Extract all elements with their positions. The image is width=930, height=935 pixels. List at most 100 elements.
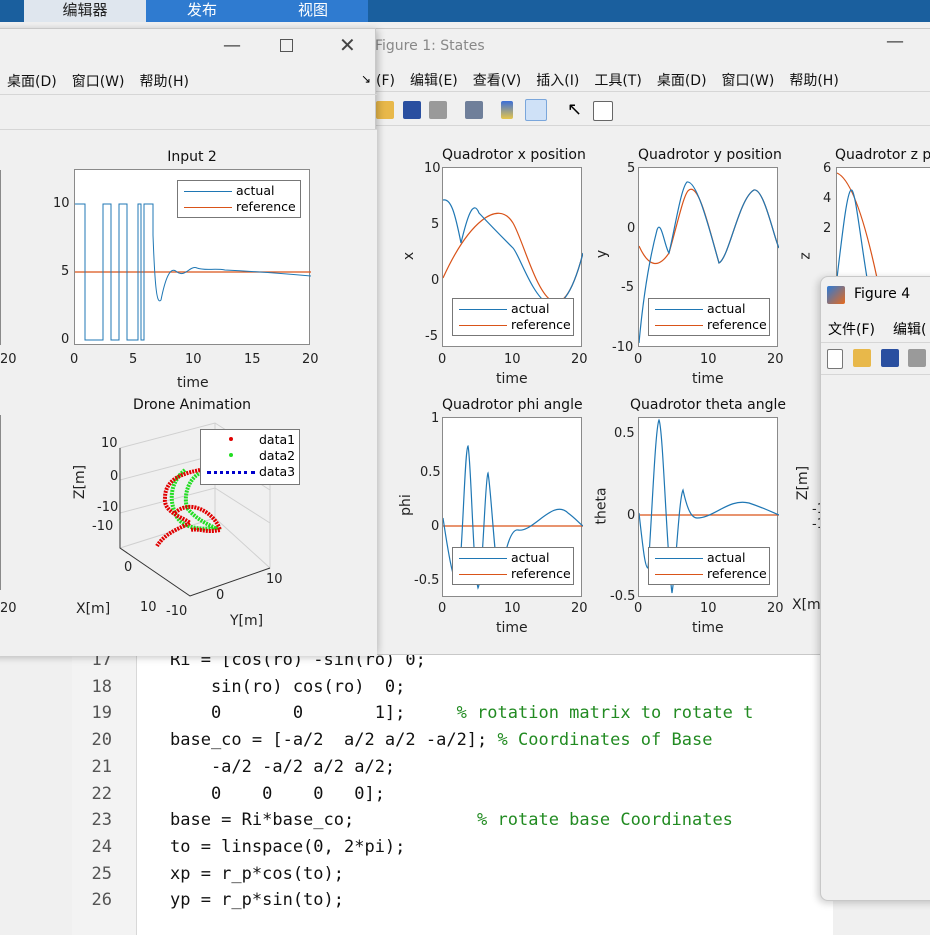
ytick: -0.5 — [610, 589, 636, 604]
ytick: 5 — [431, 217, 440, 232]
print-icon[interactable] — [908, 349, 926, 367]
legend[interactable]: actual reference — [648, 547, 770, 585]
actual-line — [836, 189, 868, 279]
cut-axis-edge — [0, 415, 1, 590]
xtick: 0 — [634, 601, 643, 616]
line-number: 26 — [91, 890, 112, 911]
xtick: 20 — [767, 352, 784, 367]
legend-icon[interactable] — [525, 99, 547, 121]
code-line[interactable]: 0 0 1]; % rotation matrix to rotate t — [170, 703, 753, 723]
ytick: -0.5 — [414, 573, 440, 588]
code-line[interactable]: xp = r_p*cos(to); — [170, 864, 344, 884]
legend[interactable]: actual reference — [452, 547, 574, 585]
code-line[interactable]: to = linspace(0, 2*pi); — [170, 837, 405, 857]
open-icon[interactable] — [853, 349, 871, 367]
cut-axis-edge — [0, 170, 1, 345]
legend-reference: reference — [511, 566, 571, 581]
minimize-button[interactable]: — — [886, 31, 904, 52]
figure4-window[interactable]: Figure 4 文件(F) 编辑( — [820, 276, 930, 901]
ytick: 10 — [53, 196, 70, 211]
actual-line — [442, 199, 584, 306]
x-axis-label: time — [496, 371, 528, 387]
plot-title: Drone Animation — [132, 397, 252, 413]
open-icon[interactable] — [376, 101, 394, 119]
pointer-icon[interactable]: ↖ — [567, 99, 582, 120]
menu-edit[interactable]: 编辑( — [893, 319, 926, 339]
legend-actual: actual — [707, 550, 746, 565]
code-line[interactable]: -a/2 -a/2 a/2 a/2; — [170, 757, 395, 777]
save-icon[interactable] — [403, 101, 421, 119]
menu-edit[interactable]: 编辑(E) — [410, 73, 458, 89]
dock-arrow-icon[interactable]: ↘ — [361, 72, 371, 86]
ytick: -5 — [425, 329, 438, 344]
ytick: 6 — [823, 161, 832, 176]
menu-help[interactable]: 帮助(H) — [789, 73, 838, 89]
menu-view[interactable]: 查看(V) — [473, 73, 522, 89]
maximize-button[interactable] — [280, 39, 293, 52]
code-line[interactable]: 0 0 0 0]; — [170, 784, 385, 804]
code-line[interactable]: base = Ri*base_co; % rotate base Coordin… — [170, 810, 733, 830]
ytick: 5 — [61, 264, 70, 279]
ytick: -10 — [166, 604, 188, 619]
menu-tools[interactable]: 工具(T) — [594, 73, 641, 89]
z-axis-label: Z[m] — [72, 464, 89, 500]
legend[interactable]: actual reference — [177, 180, 301, 218]
colorbar-icon[interactable] — [501, 101, 513, 119]
link-icon[interactable] — [465, 101, 483, 119]
y-axis-label: z — [797, 252, 814, 260]
close-button[interactable]: ✕ — [339, 33, 356, 57]
code-line[interactable]: base_co = [-a/2 a/2 a/2 -a/2]; % Coordin… — [170, 730, 712, 750]
tab-view[interactable]: 视图 — [258, 0, 368, 22]
menu-help[interactable]: 帮助(H) — [140, 74, 189, 90]
figure-states-menubar: (F) 编辑(E) 查看(V) 插入(I) 工具(T) 桌面(D) 窗口(W) 帮助(H) — [376, 70, 854, 90]
legend-data1: data1 — [259, 432, 296, 447]
reference-line — [442, 212, 584, 303]
ytick: 0 — [431, 519, 440, 534]
menu-insert[interactable]: 插入(I) — [536, 73, 579, 89]
legend[interactable]: actual reference — [452, 298, 574, 336]
xtick: 20 — [0, 601, 17, 616]
legend-reference: reference — [511, 317, 571, 332]
legend-actual: actual — [236, 183, 275, 198]
menu-file[interactable]: (F) — [376, 73, 395, 89]
y-axis-label: phi — [397, 494, 414, 516]
line-number: 20 — [91, 730, 112, 751]
divider — [361, 91, 930, 92]
window-title: Figure 1: States — [375, 38, 485, 54]
code-text: base_co = [-a/2 a/2 a/2 -a/2]; — [170, 730, 498, 751]
code-text: -a/2 -a/2 a/2 a/2; — [170, 756, 396, 777]
minimize-button[interactable]: — — [223, 35, 241, 56]
save-icon[interactable] — [881, 349, 899, 367]
ytick: -10 — [612, 340, 634, 355]
new-figure-icon[interactable] — [827, 349, 843, 369]
menu-file[interactable]: 文件(F) — [828, 319, 875, 339]
property-editor-icon[interactable] — [593, 101, 613, 121]
line-number: 25 — [91, 863, 112, 884]
ytick: 2 — [823, 221, 832, 236]
cut-z-label: Z[m] — [795, 465, 812, 501]
tab-editor[interactable]: 编辑器 — [24, 0, 146, 22]
menu-window[interactable]: 窗口(W) — [72, 74, 125, 90]
code-comment: % rotation matrix to rotate t — [456, 703, 754, 724]
drone-legend[interactable]: data1 data2 data3 — [200, 429, 300, 485]
menu-window[interactable]: 窗口(W) — [722, 73, 775, 89]
x-axis-label: time — [177, 375, 209, 391]
ytick: 0.5 — [614, 426, 635, 441]
y-axis-label: y — [594, 249, 611, 259]
menu-desktop[interactable]: 桌面(D) — [657, 73, 707, 89]
ztick: -10 — [97, 500, 119, 515]
legend[interactable]: actual reference — [648, 298, 770, 336]
cut-x-label: X[m — [792, 597, 821, 613]
tab-publish[interactable]: 发布 — [146, 0, 258, 22]
ytick: 4 — [823, 191, 832, 206]
legend-actual: actual — [511, 301, 550, 316]
code-line[interactable]: yp = r_p*sin(to); — [170, 890, 344, 910]
divider — [821, 342, 930, 343]
menu-desktop[interactable]: 桌面(D) — [7, 74, 57, 90]
code-comment: % rotate base Coordinates — [477, 810, 733, 831]
ztick: 0 — [110, 469, 119, 484]
code-comment: % Coordinates of Base — [497, 730, 713, 751]
ytick: 0 — [431, 273, 440, 288]
code-line[interactable]: sin(ro) cos(ro) 0; — [170, 677, 405, 697]
print-icon[interactable] — [429, 101, 447, 119]
